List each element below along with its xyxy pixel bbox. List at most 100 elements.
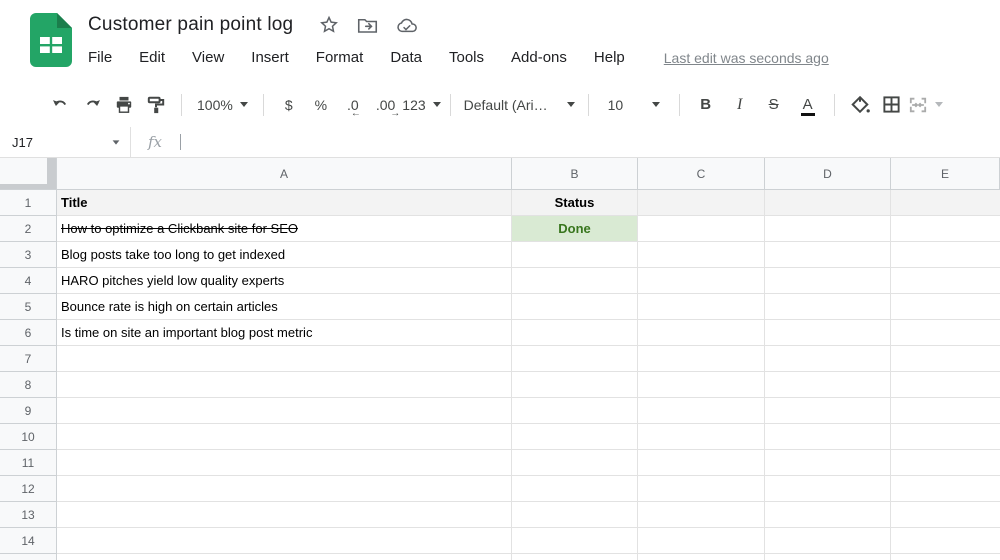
cell-a14[interactable] [57, 528, 512, 554]
menu-help[interactable]: Help [594, 49, 625, 66]
column-header-d[interactable]: D [765, 158, 891, 190]
menu-file[interactable]: File [88, 49, 112, 66]
print-button[interactable] [108, 90, 140, 120]
cell-a7[interactable] [57, 346, 512, 372]
column-header-a[interactable]: A [57, 158, 512, 190]
cell-c4[interactable] [638, 268, 765, 294]
menu-insert[interactable]: Insert [251, 49, 289, 66]
fill-color-button[interactable] [844, 90, 876, 120]
menu-tools[interactable]: Tools [449, 49, 484, 66]
select-all-corner[interactable] [0, 158, 57, 190]
cell-e9[interactable] [891, 398, 1000, 424]
strikethrough-button[interactable]: S [757, 96, 791, 113]
font-family-select[interactable]: Default (Ari… [460, 90, 579, 120]
format-percent-button[interactable]: % [305, 90, 337, 120]
cell-a15[interactable] [57, 554, 512, 560]
menu-format[interactable]: Format [316, 49, 364, 66]
format-currency-button[interactable]: $ [273, 90, 305, 120]
cell-c10[interactable] [638, 424, 765, 450]
cell-d13[interactable] [765, 502, 891, 528]
cell-b9[interactable] [512, 398, 638, 424]
row-header-3[interactable]: 3 [0, 242, 57, 268]
menu-add-ons[interactable]: Add-ons [511, 49, 567, 66]
decrease-decimal-button[interactable]: .0 ← [337, 90, 369, 120]
name-box[interactable]: J17 [0, 135, 130, 150]
cell-c9[interactable] [638, 398, 765, 424]
cell-d8[interactable] [765, 372, 891, 398]
undo-button[interactable] [44, 90, 76, 120]
cell-e5[interactable] [891, 294, 1000, 320]
column-header-e[interactable]: E [891, 158, 1000, 190]
column-header-c[interactable]: C [638, 158, 765, 190]
cloud-status-icon[interactable] [396, 17, 418, 34]
row-header-1[interactable]: 1 [0, 190, 57, 216]
row-header-6[interactable]: 6 [0, 320, 57, 346]
menu-edit[interactable]: Edit [139, 49, 165, 66]
cell-c5[interactable] [638, 294, 765, 320]
cell-e14[interactable] [891, 528, 1000, 554]
cell-a2[interactable]: How to optimize a Clickbank site for SEO [57, 216, 512, 242]
row-header-15[interactable] [0, 554, 57, 560]
row-header-14[interactable]: 14 [0, 528, 57, 554]
zoom-select[interactable]: 100% [191, 90, 254, 120]
more-formats-button[interactable]: 123 [402, 90, 441, 120]
cell-b7[interactable] [512, 346, 638, 372]
cell-a10[interactable] [57, 424, 512, 450]
row-header-8[interactable]: 8 [0, 372, 57, 398]
cell-c8[interactable] [638, 372, 765, 398]
row-header-9[interactable]: 9 [0, 398, 57, 424]
font-size-select[interactable]: 10 [598, 90, 670, 120]
cell-d15[interactable] [765, 554, 891, 560]
cell-a6[interactable]: Is time on site an important blog post m… [57, 320, 512, 346]
cell-c3[interactable] [638, 242, 765, 268]
cell-a8[interactable] [57, 372, 512, 398]
cell-d11[interactable] [765, 450, 891, 476]
cell-c15[interactable] [638, 554, 765, 560]
cell-d4[interactable] [765, 268, 891, 294]
cell-c14[interactable] [638, 528, 765, 554]
increase-decimal-button[interactable]: .00 → [369, 90, 402, 120]
cell-e13[interactable] [891, 502, 1000, 528]
cell-e15[interactable] [891, 554, 1000, 560]
cell-b14[interactable] [512, 528, 638, 554]
cell-d3[interactable] [765, 242, 891, 268]
cell-a12[interactable] [57, 476, 512, 502]
row-header-13[interactable]: 13 [0, 502, 57, 528]
cell-b12[interactable] [512, 476, 638, 502]
cell-d1[interactable] [765, 190, 891, 216]
cell-e12[interactable] [891, 476, 1000, 502]
cell-c13[interactable] [638, 502, 765, 528]
cell-c2[interactable] [638, 216, 765, 242]
cell-b6[interactable] [512, 320, 638, 346]
cell-d5[interactable] [765, 294, 891, 320]
cell-d14[interactable] [765, 528, 891, 554]
cell-c11[interactable] [638, 450, 765, 476]
cell-a11[interactable] [57, 450, 512, 476]
cell-d10[interactable] [765, 424, 891, 450]
star-icon[interactable] [319, 15, 339, 35]
cell-c12[interactable] [638, 476, 765, 502]
row-header-7[interactable]: 7 [0, 346, 57, 372]
cell-d6[interactable] [765, 320, 891, 346]
cell-e6[interactable] [891, 320, 1000, 346]
row-header-11[interactable]: 11 [0, 450, 57, 476]
cell-e1[interactable] [891, 190, 1000, 216]
sheets-logo[interactable] [30, 13, 72, 67]
column-header-b[interactable]: B [512, 158, 638, 190]
cell-b8[interactable] [512, 372, 638, 398]
row-header-12[interactable]: 12 [0, 476, 57, 502]
cell-b2-status-done[interactable]: Done [512, 216, 638, 242]
cell-b3[interactable] [512, 242, 638, 268]
cell-e7[interactable] [891, 346, 1000, 372]
formula-input-cursor[interactable] [180, 134, 182, 150]
cell-e8[interactable] [891, 372, 1000, 398]
doc-title[interactable]: Customer pain point log [88, 14, 293, 36]
row-header-4[interactable]: 4 [0, 268, 57, 294]
cell-d9[interactable] [765, 398, 891, 424]
row-header-2[interactable]: 2 [0, 216, 57, 242]
cell-e11[interactable] [891, 450, 1000, 476]
cell-a9[interactable] [57, 398, 512, 424]
cell-b5[interactable] [512, 294, 638, 320]
menu-view[interactable]: View [192, 49, 224, 66]
borders-button[interactable] [876, 90, 908, 120]
